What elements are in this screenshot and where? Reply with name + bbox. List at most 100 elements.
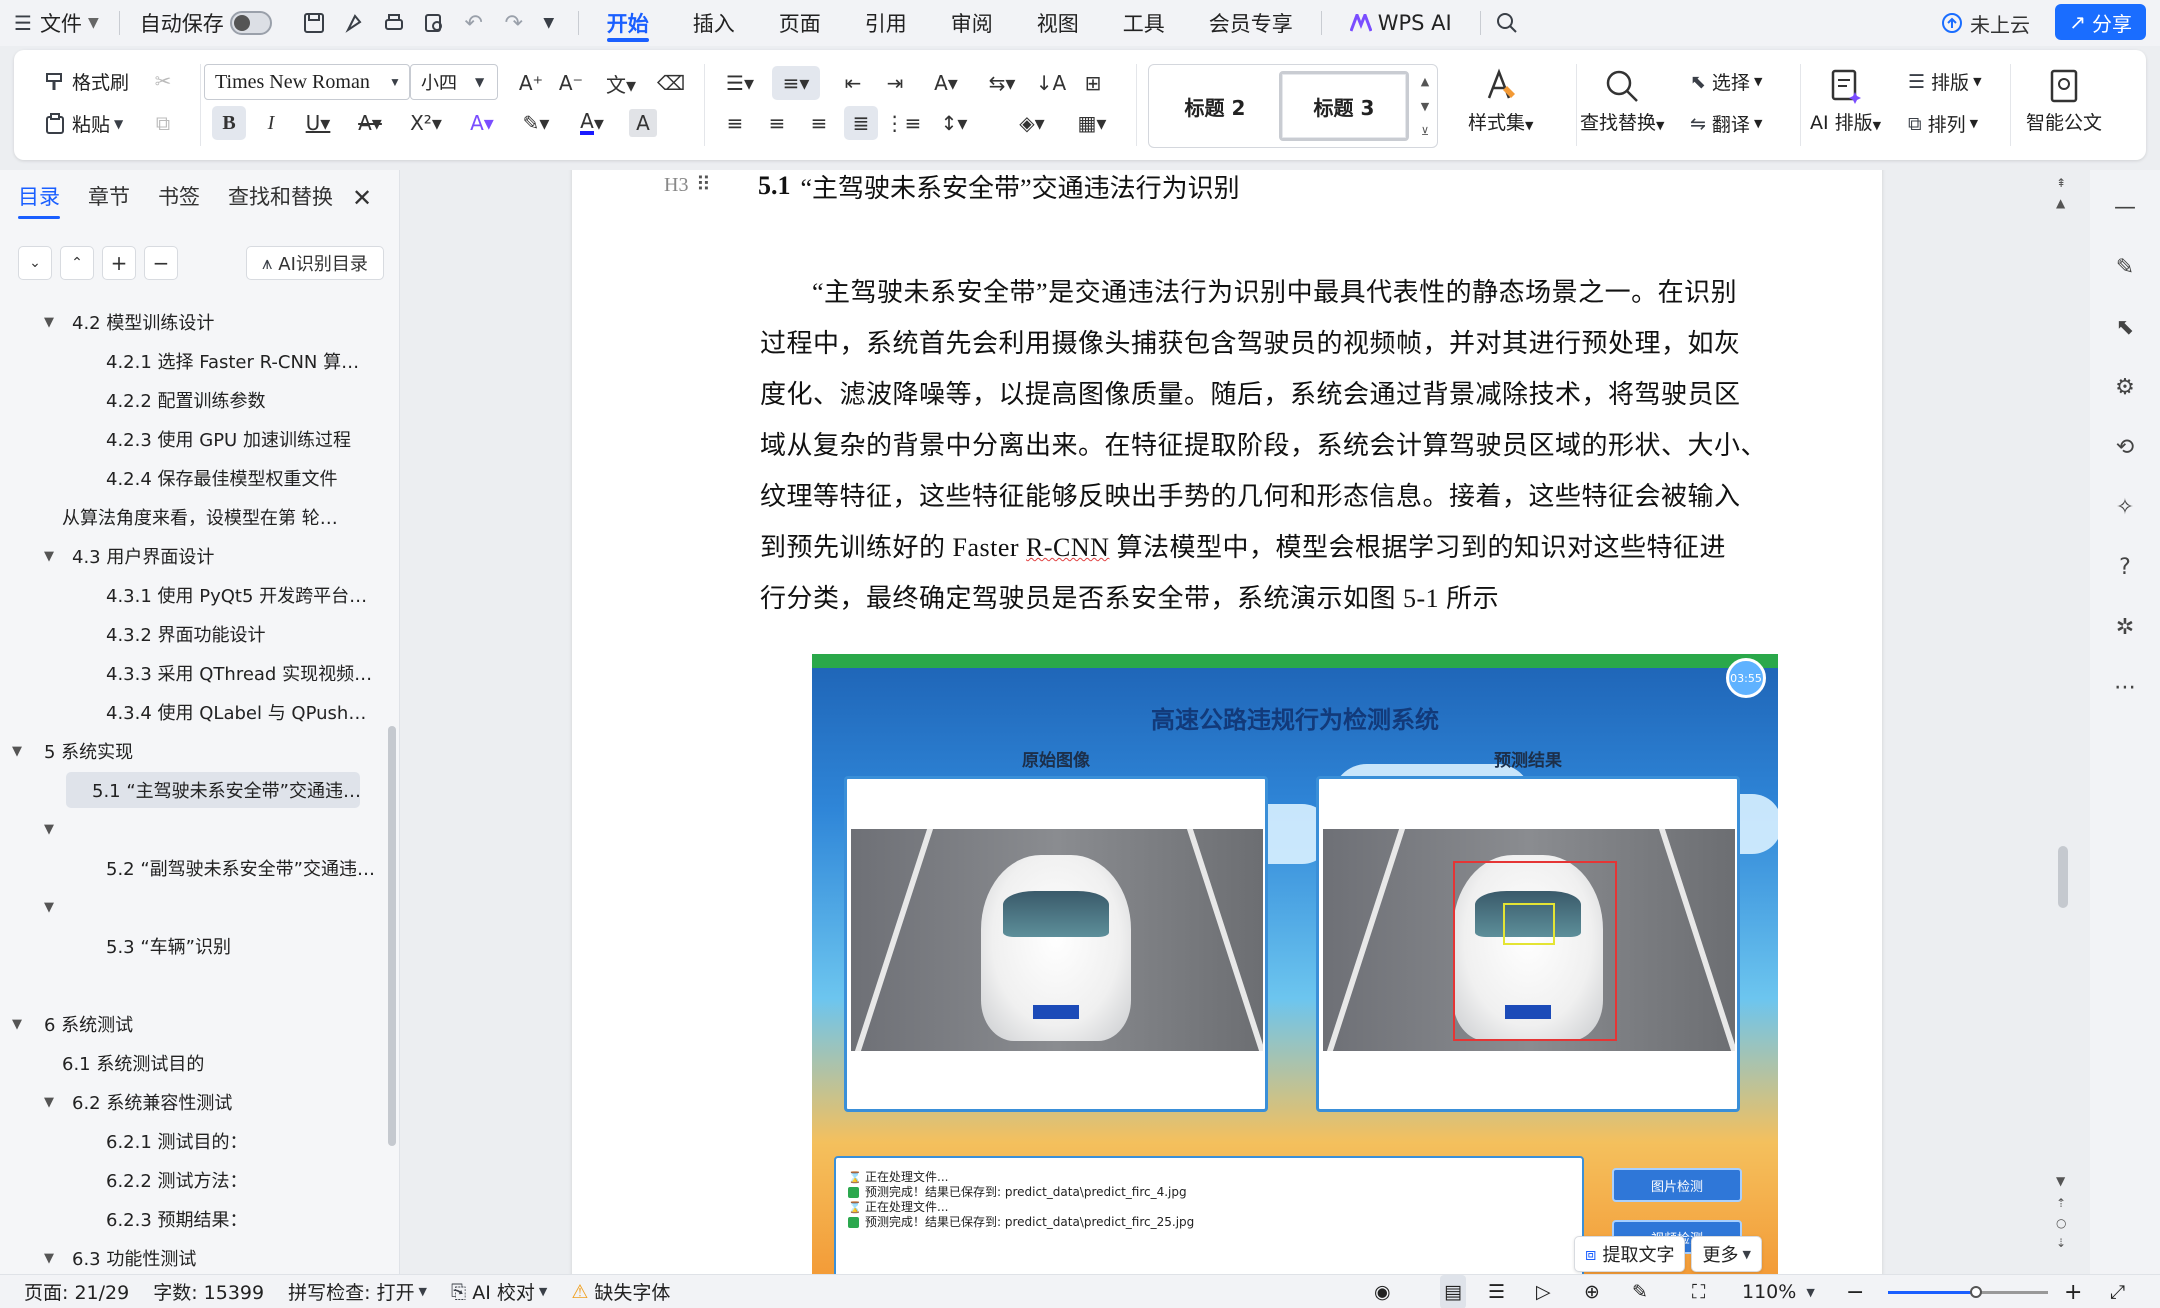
font-size-select[interactable]: 小四 ▼ xyxy=(410,64,498,100)
underline-icon[interactable]: U▾ xyxy=(296,106,340,140)
zoom-out-icon[interactable]: − xyxy=(1846,1275,1864,1308)
extract-text-button[interactable]: ⧈ 提取文字 xyxy=(1574,1236,1686,1272)
cloud-status[interactable]: 未上云 xyxy=(1940,0,2030,46)
scroll-down-icon[interactable]: ▼ xyxy=(2056,1174,2065,1188)
expand-arrow-icon[interactable]: ▼ xyxy=(44,1251,54,1266)
toc-item[interactable]: 6.1 系统测试目的 xyxy=(62,1045,204,1081)
chevron-down-icon[interactable]: ▼ xyxy=(534,15,564,31)
file-menu[interactable]: ☰ 文件 ▼ xyxy=(0,0,113,46)
superscript-icon[interactable]: X²▾ xyxy=(402,106,450,140)
font-color-icon[interactable]: A ▾ xyxy=(570,106,614,140)
show-marks-icon[interactable]: ⊞ xyxy=(1076,66,1110,100)
expand-arrow-icon[interactable]: ▼ xyxy=(12,744,22,759)
toc-item[interactable]: ▼ xyxy=(44,811,72,847)
bold-icon[interactable]: B xyxy=(212,106,246,140)
chevron-down-icon[interactable]: ▼ xyxy=(1421,94,1429,119)
page-view-icon[interactable]: ▤ xyxy=(1440,1275,1466,1308)
paragraph-direction-icon[interactable]: ⇆▾ xyxy=(980,66,1024,100)
find-replace-button[interactable]: 查找替换▼ xyxy=(1580,64,1664,135)
zoom-level[interactable]: 110% ▼ xyxy=(1742,1275,1815,1308)
expand-icon[interactable]: ⊻ xyxy=(1421,119,1429,144)
toc-item[interactable]: ▼ 5 系统实现 xyxy=(12,733,133,769)
tab-review[interactable]: 审阅 xyxy=(929,0,1015,46)
tab-member[interactable]: 会员专享 xyxy=(1187,0,1315,46)
drag-handle-icon[interactable]: ⠿ xyxy=(696,172,711,196)
translate-button[interactable]: ⇋ 翻译 ▼ xyxy=(1690,110,1762,137)
gallery-scroll[interactable]: ▲ ▼ ⊻ xyxy=(1415,69,1435,144)
toggle-switch[interactable] xyxy=(229,11,272,35)
style-heading-3[interactable]: 标题 3 xyxy=(1279,71,1409,141)
play-icon[interactable]: ▷ xyxy=(1536,1275,1551,1308)
toc-item[interactable]: 6.2.1 测试目的： xyxy=(84,1123,248,1159)
zoom-in-icon[interactable]: + xyxy=(2064,1275,2082,1308)
smart-doc-button[interactable]: 智能公文 xyxy=(2026,64,2102,135)
eye-protection-icon[interactable]: ◉ xyxy=(1374,1275,1391,1308)
align-center-icon[interactable]: ≡ xyxy=(760,106,794,140)
expand-arrow-icon[interactable]: ▼ xyxy=(12,1017,22,1032)
sort-icon[interactable]: ↓A xyxy=(1034,66,1068,100)
line-spacing-icon[interactable]: ↕▾ xyxy=(930,106,978,140)
toc-item[interactable]: 4.2.2 配置训练参数 xyxy=(84,382,266,418)
close-icon[interactable]: ✕ xyxy=(352,184,372,212)
expand-arrow-icon[interactable]: ▼ xyxy=(44,900,54,915)
toc-item[interactable]: ▼ 6.3 功能性测试 xyxy=(44,1240,196,1274)
tab-toc[interactable]: 目录 xyxy=(18,181,60,219)
tab-find-replace[interactable]: 查找和替换 xyxy=(228,181,333,219)
page-count[interactable]: 页面: 21/29 xyxy=(24,1278,129,1305)
embedded-figure[interactable]: 03:55 高速公路违规行为检测系统 原始图像 预测结果 ⌛ 正在处理文件...… xyxy=(812,654,1778,1274)
style-heading-2[interactable]: 标题 2 xyxy=(1157,71,1273,141)
font-name-select[interactable]: Times New Roman ▼ xyxy=(204,64,410,100)
pen-icon[interactable]: ✎ xyxy=(2108,250,2142,284)
style-set-button[interactable]: 样式集▼ xyxy=(1468,64,1533,135)
chevron-up-icon[interactable]: ▲ xyxy=(1421,69,1429,94)
shrink-font-icon[interactable]: A⁻ xyxy=(554,66,588,100)
document-page[interactable]: H3 ⠿ 5.1 “主驾驶未系安全带”交通违法行为识别 “主驾驶未系安全带”是交… xyxy=(572,170,1882,1274)
redo-icon[interactable]: ↷ xyxy=(494,11,534,36)
select-cursor-icon[interactable]: ⬉ xyxy=(2108,310,2142,344)
distribute-icon[interactable]: ⋮≡ xyxy=(885,106,922,140)
toc-item[interactable]: 4.2.1 选择 Faster R-CNN 算… xyxy=(84,343,359,379)
expand-up-button[interactable]: ⌃ xyxy=(60,246,94,280)
strikethrough-icon[interactable]: A▾ xyxy=(348,106,392,140)
toc-item[interactable]: 4.3.2 界面功能设计 xyxy=(84,616,266,652)
outline-view-icon[interactable]: ☰ xyxy=(1488,1275,1505,1308)
toc-item[interactable]: 4.2.4 保存最佳模型权重文件 xyxy=(84,460,338,496)
share-button[interactable]: ↗ 分享 xyxy=(2055,4,2146,40)
more-button[interactable]: 更多 ▼ xyxy=(1691,1236,1762,1272)
undo-icon[interactable]: ↶ xyxy=(454,11,494,36)
toc-item[interactable]: ▼ xyxy=(44,889,72,925)
tab-home[interactable]: 开始 xyxy=(585,0,671,46)
phonetic-guide-icon[interactable]: 文▾ xyxy=(598,66,644,100)
tab-insert[interactable]: 插入 xyxy=(671,0,757,46)
tab-page[interactable]: 页面 xyxy=(757,0,843,46)
toc-item[interactable]: 4.3.3 采用 QThread 实现视频… xyxy=(84,655,372,691)
more-options-icon[interactable]: ⋯ xyxy=(2108,670,2142,704)
print-icon[interactable] xyxy=(374,12,414,34)
justify-icon[interactable]: ≣ xyxy=(844,106,878,140)
char-shading-icon[interactable]: A xyxy=(629,109,657,137)
scroll-top-icon[interactable]: ⇞ xyxy=(2056,176,2066,190)
toc-item[interactable]: 5.3 “车辆”识别 xyxy=(84,928,231,964)
zoom-slider[interactable] xyxy=(1888,1286,2048,1298)
tab-view[interactable]: 视图 xyxy=(1015,0,1101,46)
spelling-error-mark[interactable]: R-CNN xyxy=(1026,533,1109,562)
align-left-icon[interactable]: ≡ xyxy=(718,106,752,140)
align-right-icon[interactable]: ≡ xyxy=(802,106,836,140)
tab-tools[interactable]: 工具 xyxy=(1101,0,1187,46)
format-painter-button[interactable]: 格式刷 xyxy=(44,68,129,95)
autosave-toggle[interactable]: 自动保存 xyxy=(126,0,286,46)
toc-item[interactable]: 4.3.4 使用 QLabel 与 QPush… xyxy=(84,694,366,730)
toc-item[interactable]: 4.3.1 使用 PyQt5 开发跨平台… xyxy=(84,577,367,613)
toc-item[interactable]: 4.2.3 使用 GPU 加速训练过程 xyxy=(84,421,351,457)
export-pdf-icon[interactable] xyxy=(334,12,374,34)
clear-format-icon[interactable]: ⌫ xyxy=(654,66,688,100)
expand-arrow-icon[interactable]: ▼ xyxy=(44,315,54,330)
word-count[interactable]: 字数: 15399 xyxy=(153,1278,264,1305)
minimize-icon[interactable]: — xyxy=(2108,190,2142,224)
cut-icon[interactable]: ✂ xyxy=(146,64,180,98)
text-effect-icon[interactable]: A▾ xyxy=(460,106,504,140)
print-preview-icon[interactable] xyxy=(414,12,454,34)
bullet-list-icon[interactable]: ☰▾ xyxy=(718,66,762,100)
tab-sections[interactable]: 章节 xyxy=(88,181,130,219)
prev-page-icon[interactable]: ⇡ xyxy=(2056,1196,2066,1210)
